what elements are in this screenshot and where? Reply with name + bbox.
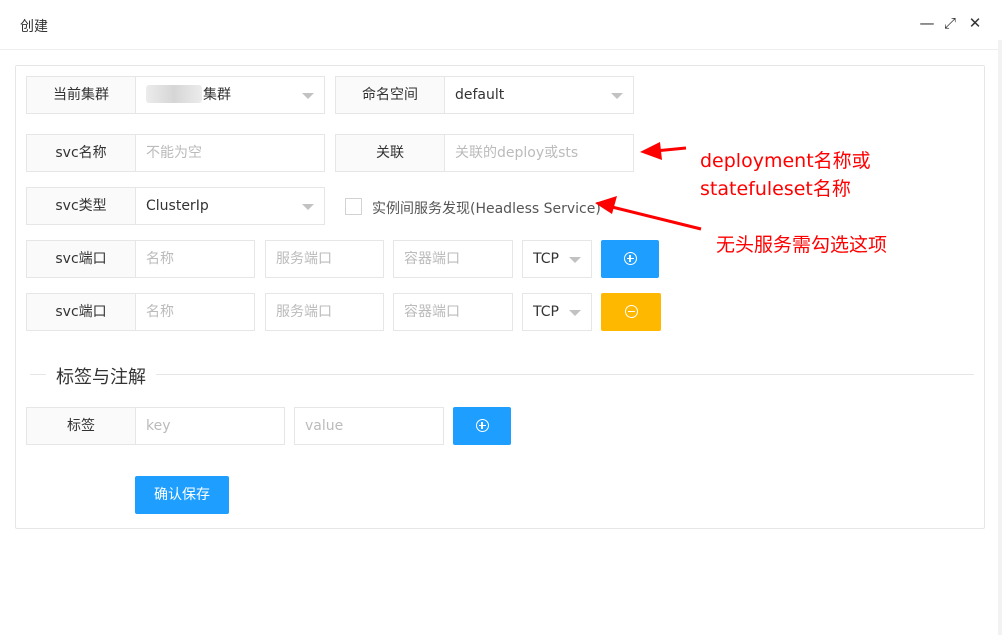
cluster-label: 当前集群 (26, 76, 136, 114)
headless-checkbox[interactable] (345, 198, 362, 215)
cluster-value: 集群 (203, 87, 231, 103)
dropdown-arrow-icon (302, 93, 314, 99)
tag-value-input[interactable]: value (294, 407, 444, 445)
svc-type-value: ClusterIp (146, 198, 209, 214)
svc-name-label: svc名称 (26, 134, 136, 172)
minimize-icon[interactable]: — (918, 14, 936, 32)
service-port-input[interactable]: 服务端口 (265, 293, 384, 331)
svc-port-label: svc端口 (26, 293, 136, 331)
protocol-value: TCP (533, 251, 559, 267)
relation-annotation-line1: deployment名称或 (700, 150, 871, 172)
container-port-input[interactable]: 容器端口 (393, 293, 513, 331)
minus-circle-icon (624, 305, 638, 318)
tag-label: 标签 (26, 407, 136, 445)
tag-key-input[interactable]: key (135, 407, 285, 445)
protocol-select[interactable]: TCP (522, 240, 592, 278)
plus-circle-icon (475, 419, 489, 432)
headless-checkbox-label[interactable]: 实例间服务发现(Headless Service) (372, 198, 601, 218)
remove-port-button[interactable] (601, 293, 661, 331)
scrollbar-track[interactable] (998, 40, 1002, 635)
dialog-titlebar: 创建 — ⤢ ✕ (0, 0, 1002, 50)
namespace-select[interactable]: default (444, 76, 634, 114)
protocol-select[interactable]: TCP (522, 293, 592, 331)
labels-section-title: 标签与注解 (46, 363, 156, 389)
dropdown-arrow-icon (302, 204, 314, 210)
svc-type-label: svc类型 (26, 187, 136, 225)
port-name-input[interactable]: 名称 (135, 293, 255, 331)
svc-port-label: svc端口 (26, 240, 136, 278)
relation-input[interactable]: 关联的deploy或sts (444, 134, 634, 172)
protocol-value: TCP (533, 304, 559, 320)
container-port-input[interactable]: 容器端口 (393, 240, 513, 278)
add-port-button[interactable] (601, 240, 659, 278)
relation-annotation-line2: statefuleset名称 (700, 178, 851, 200)
cluster-select[interactable]: 集群 (135, 76, 325, 114)
section-divider (30, 374, 974, 375)
dialog-title: 创建 (20, 19, 48, 35)
add-tag-button[interactable] (453, 407, 511, 445)
headless-annotation: 无头服务需勾选这项 (716, 234, 888, 256)
cluster-name-redacted (146, 85, 202, 103)
relation-label: 关联 (335, 134, 445, 172)
dropdown-arrow-icon (569, 310, 581, 316)
maximize-icon[interactable]: ⤢ (941, 14, 959, 32)
dropdown-arrow-icon (569, 257, 581, 263)
close-icon[interactable]: ✕ (966, 14, 984, 32)
port-name-input[interactable]: 名称 (135, 240, 255, 278)
svc-type-select[interactable]: ClusterIp (135, 187, 325, 225)
namespace-label: 命名空间 (335, 76, 445, 114)
save-button[interactable]: 确认保存 (135, 476, 229, 514)
service-port-input[interactable]: 服务端口 (265, 240, 384, 278)
svc-name-input[interactable]: 不能为空 (135, 134, 325, 172)
dropdown-arrow-icon (611, 93, 623, 99)
namespace-value: default (455, 87, 505, 103)
plus-circle-icon (623, 252, 637, 265)
